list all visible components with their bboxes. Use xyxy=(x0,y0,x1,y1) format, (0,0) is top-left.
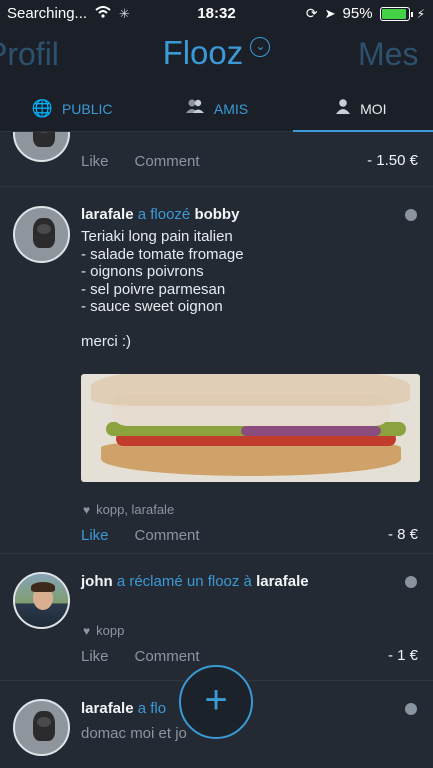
new-flooz-button[interactable]: + xyxy=(179,665,253,739)
tab-amis[interactable]: AMIS xyxy=(144,86,288,131)
dog-photo xyxy=(33,218,55,248)
comment-button[interactable]: Comment xyxy=(135,648,200,665)
tab-label: MOI xyxy=(360,100,387,117)
action-verb: a réclamé un flooz à xyxy=(116,573,252,590)
actor-name[interactable]: john xyxy=(81,573,113,590)
amount-label: - 1.50 € xyxy=(367,152,418,169)
item-headline: john a réclamé un flooz à larafale xyxy=(81,573,309,590)
chevron-down-icon[interactable]: ⌄ xyxy=(250,37,271,57)
sandwich-bread-top xyxy=(91,374,410,406)
location-arrow-icon: ➤ xyxy=(324,5,336,21)
heart-icon: ♥ xyxy=(83,623,91,638)
attached-photo[interactable] xyxy=(81,374,420,482)
likes-row[interactable]: ♥ kopp xyxy=(83,623,124,638)
amount-label: - 1 € xyxy=(387,647,418,664)
status-bar: Searching... ✳ 18:32 ⟳ ➤ 95% ⚡ xyxy=(0,0,433,28)
avatar[interactable] xyxy=(13,699,70,756)
amount-label: - 8 € xyxy=(387,526,418,543)
feed-item[interactable]: larafale a floozé bobby Teriaki long pai… xyxy=(0,187,433,554)
dog-photo xyxy=(33,132,55,147)
action-verb: a flo xyxy=(137,700,167,717)
item-headline: larafale a floozé bobby xyxy=(81,206,239,223)
likers-list: kopp, larafale xyxy=(96,502,175,517)
dog-photo xyxy=(33,711,55,741)
charging-icon: ⚡ xyxy=(416,6,425,21)
sandwich-onion xyxy=(241,426,381,436)
status-right: ⟳ ➤ 95% ⚡ xyxy=(306,5,425,22)
comment-button[interactable]: Comment xyxy=(135,153,200,170)
tab-moi[interactable]: MOI xyxy=(289,86,433,132)
target-name[interactable]: larafale xyxy=(256,573,309,590)
globe-icon: 🌐 xyxy=(31,98,53,118)
item-actions: Like Comment xyxy=(81,527,200,544)
action-verb: a floozé xyxy=(137,206,191,223)
item-headline: larafale a flo xyxy=(81,700,166,717)
app-header: Profil Flooz ⌄ Mes xyxy=(0,28,433,86)
person-photo-hair xyxy=(31,582,55,592)
feed-item[interactable]: john a réclamé un flooz à larafale ♥ kop… xyxy=(0,554,433,681)
likes-row[interactable]: ♥ kopp, larafale xyxy=(83,502,174,517)
like-button[interactable]: Like xyxy=(81,527,109,544)
rotation-lock-icon: ⟳ xyxy=(305,5,318,21)
like-button[interactable]: Like xyxy=(81,153,109,170)
avatar[interactable] xyxy=(13,572,70,629)
item-message: domac moi et jo xyxy=(81,725,187,742)
header-next-page[interactable]: Mes xyxy=(358,36,418,73)
app-title-text: Flooz xyxy=(162,34,244,71)
item-actions: Like Comment xyxy=(81,648,200,665)
avatar[interactable] xyxy=(13,132,70,162)
feed-item[interactable]: Like Comment - 1.50 € xyxy=(0,132,433,187)
item-actions: Like Comment xyxy=(81,153,200,170)
heart-icon: ♥ xyxy=(83,502,91,517)
public-globe-icon xyxy=(405,703,417,715)
sandwich-bread-bottom xyxy=(101,442,401,476)
actor-name[interactable]: larafale xyxy=(81,700,134,717)
item-message: Teriaki long pain italien - salade tomat… xyxy=(81,228,244,350)
tab-public[interactable]: 🌐 PUBLIC xyxy=(0,86,144,131)
feed-tabs: 🌐 PUBLIC AMIS MOI xyxy=(0,86,433,132)
friends-icon xyxy=(185,98,205,119)
target-name[interactable]: bobby xyxy=(194,206,239,223)
user-icon xyxy=(335,98,351,119)
avatar[interactable] xyxy=(13,206,70,263)
public-globe-icon xyxy=(405,576,417,588)
like-button[interactable]: Like xyxy=(81,648,109,665)
public-globe-icon xyxy=(405,209,417,221)
tab-label: PUBLIC xyxy=(61,100,113,117)
tab-label: AMIS xyxy=(213,100,249,117)
comment-button[interactable]: Comment xyxy=(135,527,200,544)
actor-name[interactable]: larafale xyxy=(81,206,134,223)
battery-icon xyxy=(379,6,413,21)
battery-percent: 95% xyxy=(342,5,373,22)
likers-list: kopp xyxy=(96,623,125,638)
